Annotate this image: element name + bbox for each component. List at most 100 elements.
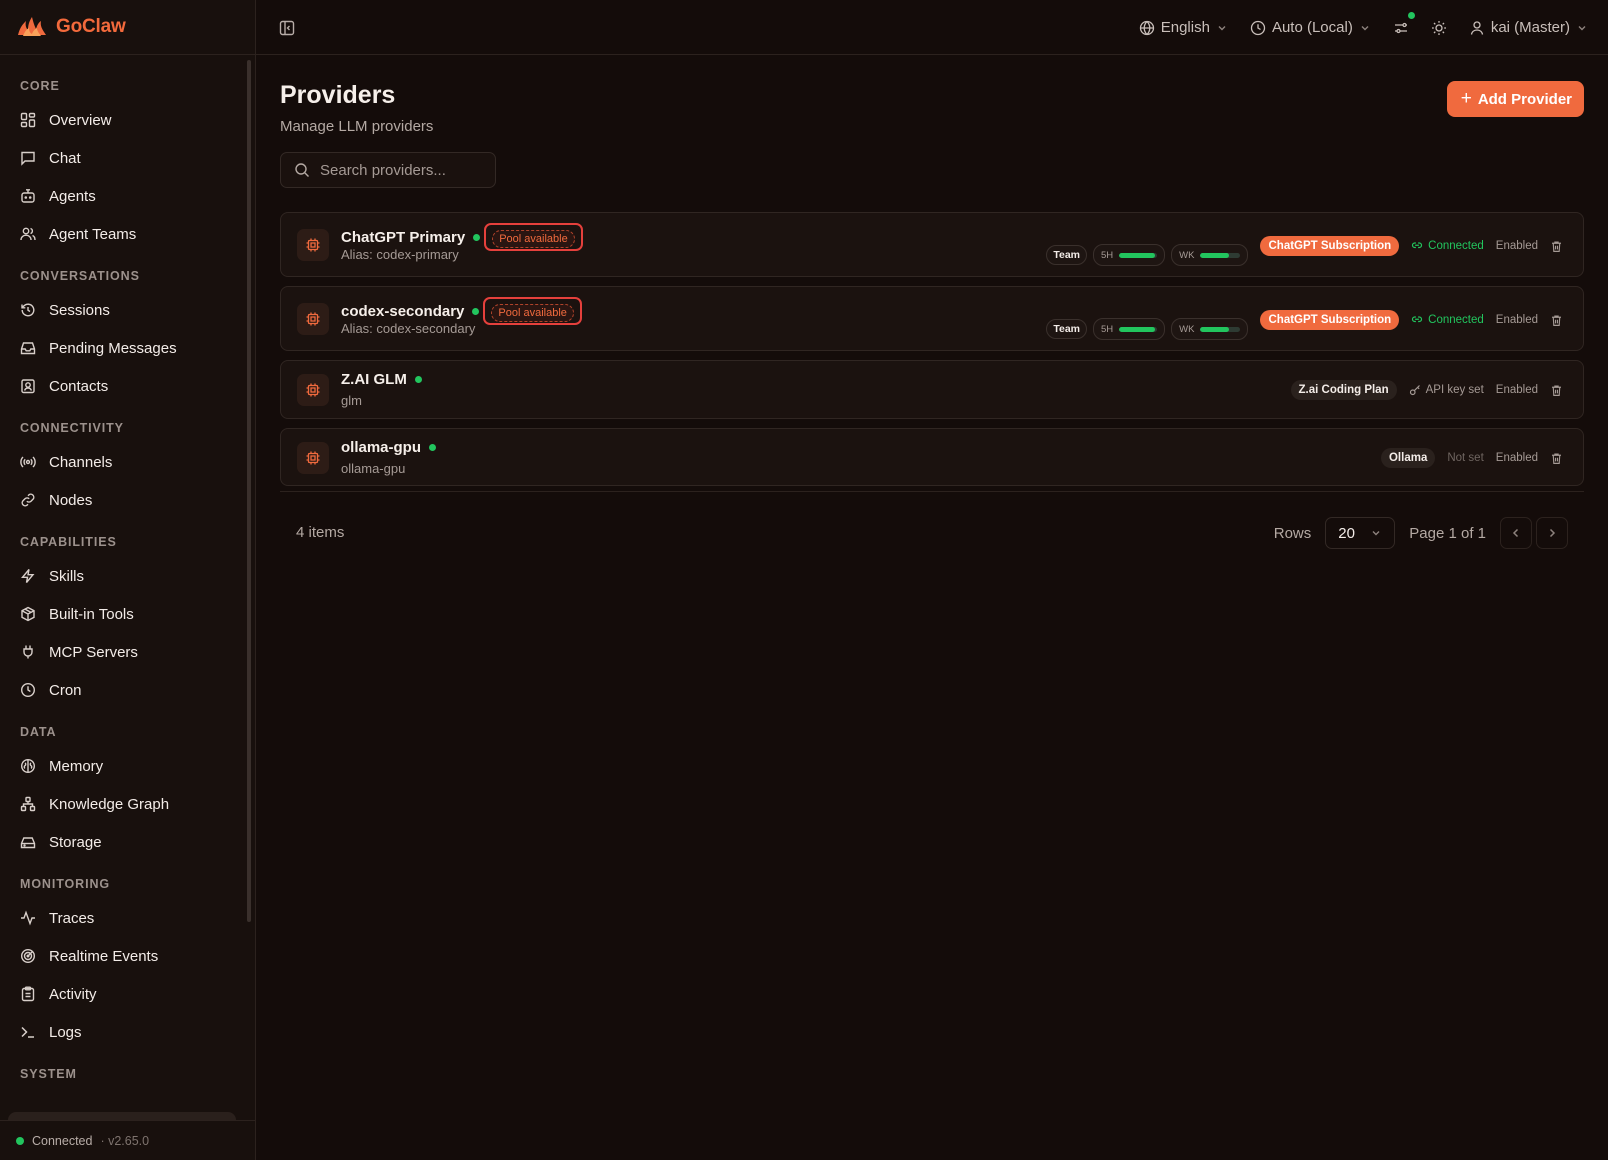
meter-fill: [1119, 252, 1156, 258]
sidebar-item-chat[interactable]: Chat: [20, 139, 255, 177]
sidebar-item-agents[interactable]: Agents: [20, 177, 255, 215]
meter-track: [1119, 252, 1158, 258]
app-version: · v2.65.0: [100, 1133, 150, 1148]
provider-row[interactable]: codex-secondary Pool available Alias: co…: [280, 286, 1584, 351]
brand-name: GoClaw: [56, 16, 126, 37]
next-page-button[interactable]: [1536, 517, 1568, 549]
user-menu[interactable]: kai (Master): [1469, 19, 1588, 36]
pool-available-badge: Pool available: [492, 230, 575, 248]
rows-per-page-select[interactable]: 20: [1325, 517, 1396, 549]
sidebar-item-knowledge-graph[interactable]: Knowledge Graph: [20, 785, 255, 823]
sidebar-item-label: Realtime Events: [49, 947, 159, 965]
sidebar-item-label: Built-in Tools: [49, 605, 134, 623]
sidebar-item-channels[interactable]: Channels: [20, 443, 255, 481]
sidebar-item-storage[interactable]: Storage: [20, 823, 255, 861]
sidebar-item-cron[interactable]: Cron: [20, 671, 255, 709]
trash-icon[interactable]: [1550, 240, 1563, 253]
chevron-down-icon: [1370, 527, 1382, 539]
contact-icon: [20, 378, 36, 394]
enabled-status: Enabled: [1495, 314, 1538, 326]
plus-icon: +: [1460, 87, 1472, 109]
plug-icon: [20, 644, 36, 660]
api-key-status: Not set: [1447, 452, 1484, 464]
team-badge: Team: [1046, 245, 1088, 265]
provider-type-badge: Z.ai Coding Plan: [1290, 380, 1397, 400]
provider-meta: Team 5H WK ChatGPT Subscription Connecte…: [1046, 235, 1563, 266]
trash-icon[interactable]: [1550, 452, 1563, 465]
sidebar-item-agent-teams[interactable]: Agent Teams: [20, 215, 255, 253]
trash-icon[interactable]: [1550, 384, 1563, 397]
add-provider-button[interactable]: + Add Provider: [1446, 81, 1584, 117]
prev-page-button[interactable]: [1500, 517, 1532, 549]
provider-row[interactable]: ChatGPT Primary Pool available Alias: co…: [280, 212, 1584, 277]
sidebar-item-contacts[interactable]: Contacts: [20, 367, 255, 405]
sidebar-item-label: Memory: [49, 757, 104, 775]
enabled-status: Enabled: [1495, 240, 1538, 252]
sidebar-item-label: Cron: [49, 681, 82, 699]
cpu-icon: [305, 311, 321, 327]
provider-type-badge: Ollama: [1380, 448, 1436, 468]
page-title: Providers: [280, 81, 396, 109]
notification-dot: [1407, 11, 1415, 19]
sidebar-item-built-in-tools[interactable]: Built-in Tools: [20, 595, 255, 633]
sidebar-item-label: Activity: [49, 985, 97, 1003]
brand[interactable]: GoClaw: [0, 0, 255, 55]
language-select[interactable]: English: [1139, 19, 1228, 36]
sidebar-item-label: Sessions: [49, 301, 110, 319]
sidebar-item-nodes[interactable]: Nodes: [20, 481, 255, 519]
search-input[interactable]: [320, 161, 480, 179]
sidebar-item-label: Contacts: [49, 377, 109, 395]
sidebar-item-sessions[interactable]: Sessions: [20, 291, 255, 329]
history-icon: [20, 302, 36, 318]
sidebar-item-skills[interactable]: Skills: [20, 557, 255, 595]
provider-list: ChatGPT Primary Pool available Alias: co…: [280, 212, 1584, 495]
theme-toggle-button[interactable]: [1431, 20, 1447, 36]
trash-icon[interactable]: [1550, 314, 1563, 327]
sidebar-item-realtime-events[interactable]: Realtime Events: [20, 937, 255, 975]
provider-alias: ollama-gpu: [341, 461, 406, 476]
provider-row[interactable]: Z.AI GLM glm Z.ai Coding Plan API key se…: [280, 360, 1584, 419]
timezone-select[interactable]: Auto (Local): [1250, 19, 1371, 36]
provider-meta: Ollama Not set Enabled: [1380, 448, 1563, 468]
cpu-icon: [305, 382, 321, 398]
enabled-status: Enabled: [1495, 452, 1538, 464]
sidebar-item-activity[interactable]: Activity: [20, 975, 255, 1013]
sidebar-item-label: Overview: [49, 111, 112, 129]
enabled-status: Enabled: [1495, 384, 1538, 396]
sidebar-item-mcp-servers[interactable]: MCP Servers: [20, 633, 255, 671]
sidebar-item-overview[interactable]: Overview: [20, 101, 255, 139]
settings-sliders-button[interactable]: [1393, 11, 1415, 36]
chevron-down-icon: [1216, 22, 1228, 34]
provider-row[interactable]: ollama-gpu ollama-gpu Ollama Not set Ena…: [280, 428, 1584, 486]
top-bar-actions: English Auto (Local) kai (Master): [1139, 0, 1588, 55]
link-icon: [20, 492, 36, 508]
usage-meter-wk: WK: [1171, 244, 1249, 266]
clock-icon: [1250, 20, 1266, 36]
nav-section-core: CORE: [20, 79, 60, 93]
status-dot: [429, 444, 437, 451]
sidebar-item-label: Agents: [49, 187, 96, 205]
sidebar-item-logs[interactable]: Logs: [20, 1013, 255, 1051]
sidebar-item-pending-messages[interactable]: Pending Messages: [20, 329, 255, 367]
language-label: English: [1160, 19, 1210, 36]
search-box[interactable]: [280, 152, 496, 188]
usage-meters: Team 5H WK: [1046, 244, 1249, 266]
usage-meter-wk: WK: [1171, 318, 1249, 340]
meter-label: WK: [1179, 249, 1195, 261]
bot-icon: [20, 188, 36, 204]
nav-section-capabilities: CAPABILITIES: [20, 535, 117, 549]
usage-meter-5h: 5H: [1093, 244, 1166, 266]
terminal-icon: [20, 1024, 36, 1040]
status-dot: [472, 307, 480, 315]
sidebar-item-peek[interactable]: [8, 1112, 236, 1120]
sidebar-toggle-icon[interactable]: [278, 19, 296, 37]
connection-status: Connected: [1411, 240, 1484, 252]
team-badge: Team: [1046, 319, 1088, 339]
status-dot: [16, 1136, 24, 1145]
sidebar-item-traces[interactable]: Traces: [20, 899, 255, 937]
claw-logo-icon: [16, 15, 48, 39]
sidebar-scrollbar[interactable]: [247, 60, 251, 922]
status-dot: [473, 233, 481, 241]
sidebar-item-memory[interactable]: Memory: [20, 747, 255, 785]
provider-avatar: [297, 303, 329, 335]
